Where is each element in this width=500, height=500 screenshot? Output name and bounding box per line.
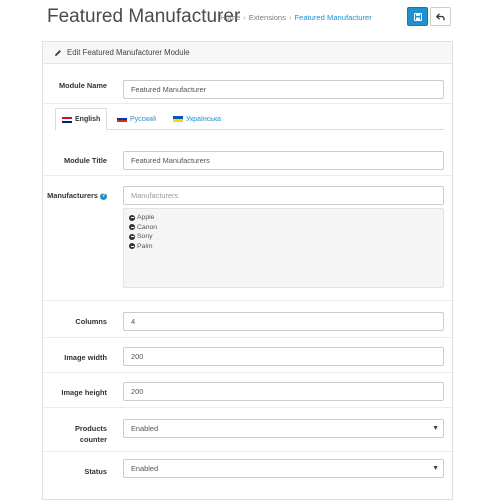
tab-russian[interactable]: Русский	[111, 108, 162, 130]
tab-english[interactable]: English	[55, 108, 108, 131]
products-counter-label: Products counter	[74, 424, 107, 444]
remove-circle-icon[interactable]	[129, 233, 135, 240]
back-button[interactable]	[430, 7, 451, 26]
page: Featured Manufacturer Home › Extensions › Fe…	[0, 0, 500, 500]
breadcrumb-separator: ›	[288, 13, 292, 22]
manufacturers-list: Apple Canon Sony Palm	[123, 208, 444, 288]
columns-input[interactable]: 4	[123, 312, 444, 331]
manufacturer-name: Canon	[137, 223, 158, 231]
tab-english-label: English	[75, 116, 101, 123]
manufacturers-label: Manufacturers?	[27, 191, 107, 200]
products-counter-select[interactable]: Enabled ▼	[123, 419, 444, 438]
list-item: Apple	[129, 213, 438, 223]
tab-ukrainian[interactable]: Українська	[167, 108, 227, 130]
module-title-input[interactable]: Featured Manufacturers	[123, 151, 444, 170]
caret-down-icon: ▼	[432, 425, 439, 432]
module-name-label: Module Name	[58, 81, 107, 90]
image-width-label: Image width	[64, 353, 107, 362]
breadcrumb-home[interactable]: Home	[220, 13, 240, 22]
ru-flag-icon	[117, 116, 127, 122]
list-item: Sony	[129, 232, 438, 242]
caret-down-icon: ▼	[432, 465, 439, 472]
manufacturers-autocomplete-input[interactable]: Manufacturers	[123, 186, 444, 205]
language-tabs: English Русский Українська	[55, 108, 444, 131]
uk-flag-icon	[62, 116, 72, 123]
image-height-label: Image height	[61, 388, 107, 397]
breadcrumb-current[interactable]: Featured Manufacturer	[294, 13, 371, 22]
list-item: Canon	[129, 223, 438, 233]
panel-heading-title: Edit Featured Manufacturer Module	[67, 48, 190, 57]
edit-module-panel: Edit Featured Manufacturer Module Module…	[42, 41, 453, 500]
reply-arrow-icon	[436, 12, 445, 20]
ua-flag-icon	[173, 116, 183, 122]
tab-russian-label: Русский	[130, 115, 156, 123]
tab-ukrainian-label: Українська	[186, 115, 222, 123]
pencil-icon	[55, 49, 61, 56]
status-row: Status Enabled ▼	[43, 452, 452, 498]
help-icon[interactable]: ?	[100, 192, 107, 200]
status-select[interactable]: Enabled ▼	[123, 459, 444, 478]
columns-row: Columns 4	[43, 301, 452, 338]
manufacturers-row: Manufacturers? Manufacturers Apple Canon…	[43, 176, 452, 301]
manufacturer-name: Apple	[137, 214, 155, 222]
module-title-row: Module Title Featured Manufacturers	[43, 138, 452, 176]
save-button[interactable]	[407, 7, 428, 26]
image-width-input[interactable]: 200	[123, 347, 444, 366]
remove-circle-icon[interactable]	[129, 224, 135, 231]
manufacturer-name: Palm	[137, 242, 153, 250]
page-title: Featured Manufacturer	[47, 6, 241, 27]
image-width-row: Image width 200	[43, 338, 452, 373]
module-name-row: Module Name Featured Manufacturer	[43, 64, 452, 104]
manufacturer-name: Sony	[137, 233, 153, 241]
panel-heading: Edit Featured Manufacturer Module	[43, 42, 452, 64]
module-name-input[interactable]: Featured Manufacturer	[123, 80, 444, 99]
remove-circle-icon[interactable]	[129, 243, 135, 250]
breadcrumb: Home › Extensions › Featured Manufacturer	[220, 13, 372, 22]
image-height-input[interactable]: 200	[123, 382, 444, 401]
breadcrumb-extensions[interactable]: Extensions	[249, 13, 286, 22]
columns-label: Columns	[75, 317, 107, 326]
products-counter-row: Products counter Enabled ▼	[43, 408, 452, 452]
list-item: Palm	[129, 242, 438, 252]
products-counter-value: Enabled	[131, 424, 159, 433]
status-label: Status	[84, 467, 107, 476]
remove-circle-icon[interactable]	[129, 214, 135, 221]
module-title-label: Module Title	[64, 156, 107, 165]
breadcrumb-separator: ›	[243, 13, 246, 22]
manufacturers-label-text: Manufacturers	[47, 191, 98, 200]
status-value: Enabled	[131, 464, 159, 473]
floppy-disk-icon	[413, 12, 422, 21]
image-height-row: Image height 200	[43, 373, 452, 408]
